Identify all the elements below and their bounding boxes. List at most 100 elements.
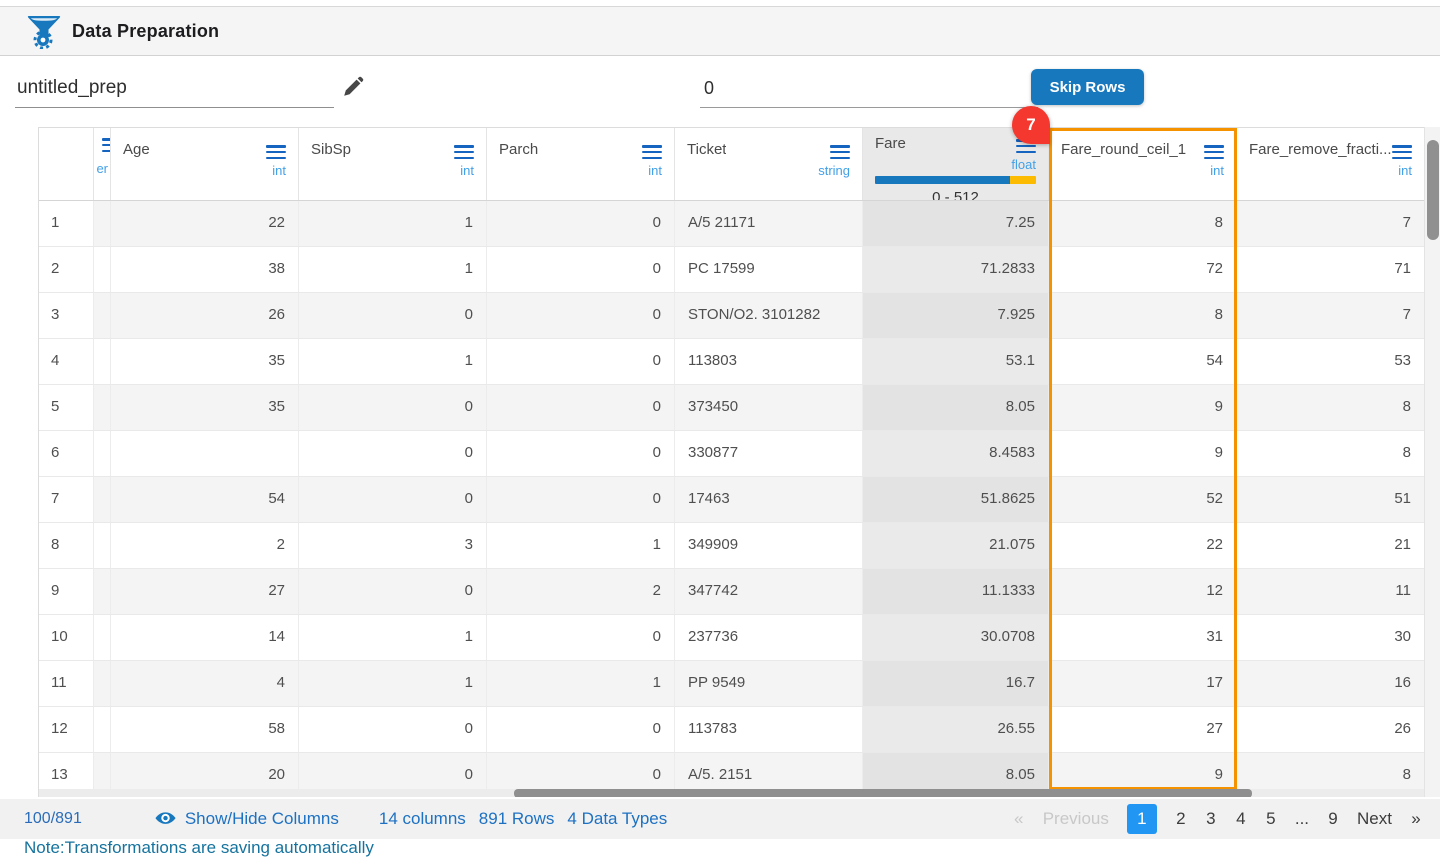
cell-Age <box>111 431 299 476</box>
column-header-rownum <box>39 128 94 200</box>
cell-Fare_remove_fracti...: 7 <box>1237 201 1424 246</box>
show-hide-columns-label: Show/Hide Columns <box>184 809 339 828</box>
pagination-page-2[interactable]: 2 <box>1175 809 1187 829</box>
column-type-label: int <box>460 163 474 179</box>
show-hide-columns-button[interactable]: Show/Hide Columns <box>154 808 339 831</box>
column-menu-icon[interactable] <box>1204 141 1224 162</box>
cell-Fare_round_ceil_1: 8 <box>1049 201 1237 246</box>
cell-Parch: 0 <box>487 247 675 292</box>
pagination-page-9[interactable]: 9 <box>1327 809 1339 829</box>
column-menu-icon[interactable] <box>830 141 850 162</box>
cell-SibSp: 0 <box>299 477 487 522</box>
table-row: 8 2 3 1 349909 21.075 22 21 <box>39 523 1424 569</box>
skip-rows-input[interactable] <box>700 69 1038 108</box>
cell-Ticket: A/5 21171 <box>675 201 863 246</box>
pagination-first-icon[interactable]: « <box>1013 809 1025 829</box>
table-row: 9 27 0 2 347742 11.1333 12 11 <box>39 569 1424 615</box>
column-type-label: string <box>818 163 850 179</box>
cell-Parch: 1 <box>487 523 675 568</box>
vertical-scrollbar[interactable] <box>1424 127 1440 797</box>
cell-Age: 22 <box>111 201 299 246</box>
row-number: 7 <box>39 477 94 522</box>
cell-Fare: 53.1 <box>863 339 1049 384</box>
table-row: 5 35 0 0 373450 8.05 9 8 <box>39 385 1424 431</box>
row-number: 3 <box>39 293 94 338</box>
column-menu-icon[interactable] <box>642 141 662 162</box>
row-number: 6 <box>39 431 94 476</box>
pagination-next[interactable]: Next <box>1357 809 1392 829</box>
column-header-Ticket[interactable]: Ticket string <box>675 128 863 200</box>
horizontal-scrollbar[interactable] <box>39 789 1424 797</box>
column-menu-icon[interactable] <box>266 141 286 162</box>
cell-Fare_round_ceil_1: 54 <box>1049 339 1237 384</box>
skip-rows-button[interactable]: Skip Rows <box>1031 69 1144 105</box>
horizontal-scrollbar-thumb[interactable] <box>514 789 1252 797</box>
column-type-label: int <box>272 163 286 179</box>
prep-name-input[interactable] <box>15 69 334 108</box>
data-types-count: 4 Data Types <box>567 809 668 828</box>
cell-Fare_remove_fracti...: 11 <box>1237 569 1424 614</box>
cell-Ticket: 113803 <box>675 339 863 384</box>
column-menu-icon[interactable] <box>454 141 474 162</box>
table-row: 7 54 0 0 17463 51.8625 52 51 <box>39 477 1424 523</box>
cell-Fare_round_ceil_1: 72 <box>1049 247 1237 292</box>
cell-Ticket: 373450 <box>675 385 863 430</box>
cell-Age: 38 <box>111 247 299 292</box>
cell-Ticket: 347742 <box>675 569 863 614</box>
cell-Ticket: 113783 <box>675 707 863 752</box>
column-name: Fare_round_ceil_1 <box>1061 141 1187 158</box>
footer-bar: 100/891 Show/Hide Columns 14 columns 891… <box>0 799 1440 839</box>
column-header-Parch[interactable]: Parch int <box>487 128 675 200</box>
edit-name-button[interactable] <box>340 75 366 101</box>
pagination-page-4[interactable]: 4 <box>1235 809 1247 829</box>
table-row: 12 58 0 0 113783 26.55 27 26 <box>39 707 1424 753</box>
cell-Parch: 0 <box>487 707 675 752</box>
table-row: 10 14 1 0 237736 30.0708 31 30 <box>39 615 1424 661</box>
pagination-last-icon[interactable]: » <box>1410 809 1422 829</box>
cell-Parch: 0 <box>487 201 675 246</box>
column-name: Ticket <box>687 141 727 158</box>
pagination-page-1[interactable]: 1 <box>1126 804 1157 834</box>
cell-Fare_round_ceil_1: 12 <box>1049 569 1237 614</box>
column-menu-icon[interactable] <box>1392 141 1412 162</box>
cell-Fare_round_ceil_1: 52 <box>1049 477 1237 522</box>
pagination-page-3[interactable]: 3 <box>1205 809 1217 829</box>
cell-Ticket: 17463 <box>675 477 863 522</box>
cell-clipped <box>94 661 111 706</box>
table-header: er Age int SibSp int Parch int Ticket string Fare… <box>39 128 1424 201</box>
cell-Fare_remove_fracti...: 26 <box>1237 707 1424 752</box>
table-row: 11 4 1 1 PP 9549 16.7 17 16 <box>39 661 1424 707</box>
vertical-scrollbar-thumb[interactable] <box>1427 140 1439 240</box>
cell-Fare: 7.25 <box>863 201 1049 246</box>
eye-icon <box>155 811 176 824</box>
cell-Fare: 16.7 <box>863 661 1049 706</box>
cell-SibSp: 0 <box>299 293 487 338</box>
column-header-Fare_remove_fracti...[interactable]: Fare_remove_fracti... int <box>1237 128 1424 200</box>
cell-Parch: 0 <box>487 293 675 338</box>
visible-count[interactable]: 100/891 <box>24 810 82 828</box>
column-menu-icon[interactable] <box>102 134 110 155</box>
column-header-SibSp[interactable]: SibSp int <box>299 128 487 200</box>
cell-Age: 35 <box>111 385 299 430</box>
pagination-page-5[interactable]: 5 <box>1265 809 1277 829</box>
cell-Fare: 8.4583 <box>863 431 1049 476</box>
pencil-icon <box>344 76 364 96</box>
column-name: Fare_remove_fracti... <box>1249 141 1392 158</box>
column-header-clipped: er <box>94 128 111 200</box>
column-header-Fare_round_ceil_1[interactable]: Fare_round_ceil_1 int <box>1049 128 1237 200</box>
row-number: 9 <box>39 569 94 614</box>
cell-Fare_round_ceil_1: 27 <box>1049 707 1237 752</box>
cell-Fare_remove_fracti...: 71 <box>1237 247 1424 292</box>
cell-Fare_round_ceil_1: 22 <box>1049 523 1237 568</box>
cell-clipped <box>94 523 111 568</box>
cell-clipped <box>94 385 111 430</box>
cell-Parch: 0 <box>487 385 675 430</box>
column-type-label: int <box>648 163 662 179</box>
cell-Fare_remove_fracti...: 8 <box>1237 385 1424 430</box>
cell-clipped <box>94 339 111 384</box>
row-number: 1 <box>39 201 94 246</box>
pagination-previous[interactable]: Previous <box>1043 809 1109 829</box>
cell-Age: 27 <box>111 569 299 614</box>
column-header-Age[interactable]: Age int <box>111 128 299 200</box>
cell-Fare_remove_fracti...: 16 <box>1237 661 1424 706</box>
